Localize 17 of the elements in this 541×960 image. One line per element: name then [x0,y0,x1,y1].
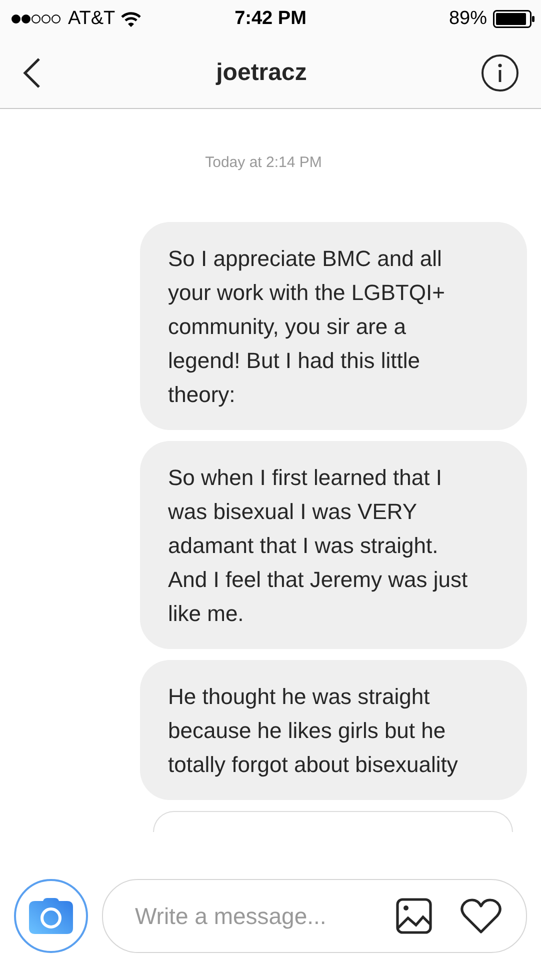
conversation-title: joetracz [216,59,307,87]
camera-icon [29,898,73,934]
back-button[interactable] [22,57,42,89]
heart-icon[interactable] [460,898,502,934]
clock-time: 7:42 PM [234,8,306,30]
info-button[interactable] [480,54,519,92]
wifi-icon [121,12,142,26]
timestamp: Today at 2:14 PM [205,154,322,171]
battery-percentage: 89% [448,8,487,30]
signal-icon [10,13,62,25]
message-input[interactable]: Write a message... [133,902,368,930]
carrier-name: AT&T [68,8,116,30]
message-bubble: He thought he was straight because he likes girls but he totally forgot about bisexuality [140,660,527,800]
message-bubble: So I appreciate BMC and all your work with the LGBTQI+ community, you sir are a legend! But I had this little theory: [140,222,527,430]
battery-icon [493,10,535,28]
gallery-icon[interactable] [396,898,432,934]
message-bubble: So when I first learned that I was bisexual I was VERY adamant that I was straight. And I feel that Jeremy was just like me. [140,441,527,649]
